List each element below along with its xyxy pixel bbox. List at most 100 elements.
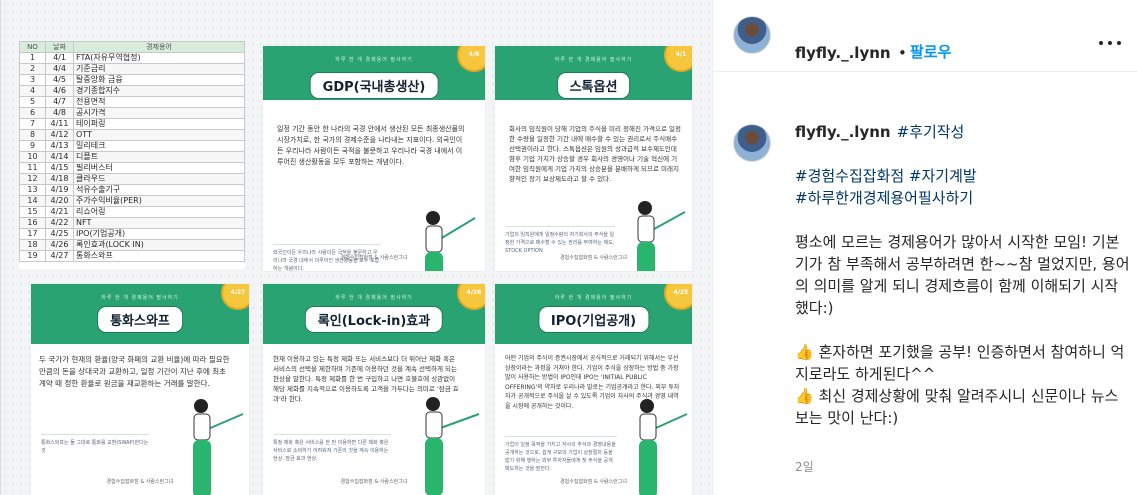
sheet-cell-term: 주가수익비율(PER) — [73, 195, 245, 207]
sheet-row: 12 4/18 클라우드 — [19, 173, 245, 185]
post-caption: flyfly._.lynn #후기작성 #경험수집잡화점 #자기계발 #하루한개경… — [795, 121, 1130, 429]
avatar[interactable] — [733, 16, 771, 54]
sheet-row: 8 4/12 OTT — [19, 129, 245, 141]
sheet-cell-date: 4/19 — [45, 184, 74, 196]
sheet-cell-term: 경기종합지수 — [73, 85, 245, 97]
sheet-cell-date: 4/12 — [45, 129, 74, 141]
teacher-figure-illustration — [425, 397, 480, 495]
caption-username[interactable]: flyfly._.lynn — [795, 123, 891, 141]
sheet-cell-no: 9 — [19, 140, 46, 152]
card-kicker: 하루 한 개 경제용어 필사하기 — [101, 295, 179, 301]
thumbs-up-icon: 👍 — [795, 343, 814, 361]
sheet-cell-date: 4/27 — [45, 250, 74, 262]
sheet-cell-no: 3 — [19, 74, 46, 86]
card-ipo: 하루 한 개 경제용어 필사하기 IPO(기업공개) 4/25 어떤 기업의 주… — [495, 284, 692, 495]
sheet-header-term: 경제용어 — [73, 41, 245, 53]
sheet-cell-term: 기준금리 — [73, 63, 245, 75]
hashtag-line[interactable]: #하루한개경제용어필사하기 — [795, 187, 1130, 209]
caption-bullet: 👍 최신 경제상황에 맞춰 알려주시니 신문이나 뉴스보는 맛이 난다:) — [795, 385, 1130, 429]
sheet-row: 3 4/5 탈중앙화 금융 — [19, 74, 245, 86]
card-title: IPO(기업공개) — [537, 306, 650, 333]
caption-bullet: 👍 혼자하면 포기했을 공부! 인증하면서 참여하니 억지로라도 하게된다^^ — [795, 341, 1130, 385]
caption-paragraph: 평소에 모르는 경제용어가 많아서 시작한 모임! 기본기가 참 부족해서 공부… — [795, 233, 1130, 317]
card-kicker: 하루 한 개 경제용어 필사하기 — [554, 295, 633, 301]
hashtag-line[interactable]: #경험수집잡화점 #자기계발 — [795, 165, 1130, 187]
separator-dot: • — [898, 44, 907, 62]
sheet-cell-date: 4/26 — [45, 239, 74, 251]
bullet-text: 혼자하면 포기했을 공부! 인증하면서 참여하니 억지로라도 하게된다^^ — [795, 343, 1125, 383]
sheet-row: 16 4/22 NFT — [19, 217, 245, 229]
sheet-cell-no: 11 — [19, 162, 46, 174]
sheet-cell-no: 14 — [19, 195, 46, 207]
sheet-cell-no: 6 — [19, 107, 46, 119]
card-stock-option: 하루 한 개 경제용어 필사하기 스톡옵션 4/1 회사의 임직원이 당해 기업… — [495, 46, 692, 271]
sheet-cell-term: NFT — [73, 217, 245, 229]
sheet-cell-term: 록인효과(LOCK IN) — [73, 239, 245, 251]
header-username[interactable]: flyfly._.lynn — [795, 44, 891, 62]
sheet-cell-no: 16 — [19, 217, 46, 229]
sheet-cell-date: 4/15 — [45, 162, 74, 174]
card-kicker: 하루 한 개 경제용어 필사하기 — [554, 57, 633, 63]
post-image[interactable]: NO 날짜 경제용어 1 4/1 FTA(자유무역협정) 2 4/4 기준금리 3 4/5 탈중… — [1, 0, 712, 495]
card-note: 기업이 일정 목적을 가지고 자사의 주식과 경영내용을 공개하는 것으로, 쉽… — [505, 436, 617, 473]
sheet-row: 10 4/14 디플트 — [19, 151, 245, 163]
sheet-cell-date: 4/7 — [45, 96, 74, 108]
sheet-cell-date: 4/8 — [45, 107, 74, 119]
card-kicker: 하루 한 개 경제용어 필사하기 — [335, 295, 413, 301]
sheet-row: 4 4/6 경기종합지수 — [19, 85, 245, 97]
card-lock-in: 하루 한 개 경제용어 필사하기 록인(Lock-in)효과 4/26 현재 이… — [263, 284, 485, 495]
sheet-row: 19 4/27 통화스와프 — [19, 250, 245, 262]
card-title: 통화스와프 — [97, 306, 183, 333]
sheet-cell-date: 4/4 — [45, 63, 74, 75]
follow-button[interactable]: 팔로우 — [910, 41, 951, 62]
card-body: 회사의 임직원이 당해 기업의 주식을 미리 정해진 가격으로 일정한 수량을 … — [509, 125, 682, 183]
sheet-cell-date: 4/11 — [45, 118, 74, 130]
sheet-cell-no: 2 — [19, 63, 46, 75]
card-currency-swap: 하루 한 개 경제용어 필사하기 통화스와프 4/27 두 국가가 현재의 환율… — [31, 284, 249, 495]
sheet-cell-term: 리쇼어링 — [73, 206, 245, 218]
sheet-cell-no: 17 — [19, 228, 46, 240]
sheet-cell-term: OTT — [73, 129, 245, 141]
sheet-cell-term: 탈중앙화 금융 — [73, 74, 245, 86]
vocabulary-spreadsheet: NO 날짜 경제용어 1 4/1 FTA(자유무역협정) 2 4/4 기준금리 3 4/5 탈중… — [19, 41, 245, 269]
teacher-figure-illustration — [425, 211, 476, 271]
card-note: 통화스와프는 둘 그대로 통화를 교환(SWAP)한다는 것 — [41, 434, 149, 455]
sheet-cell-date: 4/5 — [45, 74, 74, 86]
sheet-cell-no: 18 — [19, 239, 46, 251]
sheet-cell-term: 테이퍼링 — [73, 118, 245, 130]
card-footer: 경험수집잡화점 & 사람스런그녀 — [560, 479, 627, 485]
avatar[interactable] — [733, 124, 771, 162]
more-options-icon[interactable] — [1099, 41, 1121, 45]
bullet-text: 최신 경제상황에 맞춰 알려주시니 신문이나 뉴스보는 맛이 난다:) — [795, 387, 1119, 427]
post-timestamp[interactable]: 2일 — [795, 458, 814, 475]
sheet-cell-date: 4/25 — [45, 228, 74, 240]
sheet-cell-term: 전용면적 — [73, 96, 245, 108]
sheet-cell-date: 4/13 — [45, 140, 74, 152]
card-body: 두 국가가 현재의 환율(양국 화폐의 교환 비율)에 따라 필요한 만큼의 돈… — [39, 355, 230, 388]
sheet-cell-term: 공시가격 — [73, 107, 245, 119]
teacher-figure-illustration — [193, 399, 244, 495]
card-title: 록인(Lock-in)효과 — [304, 306, 444, 333]
sheet-cell-date: 4/21 — [45, 206, 74, 218]
card-note: 기업의 임직원에게 일정수량의 자기회사의 주식을 일정한 가격으로 매수할 수… — [505, 226, 615, 255]
sheet-cell-no: 5 — [19, 96, 46, 108]
card-footer: 경험수집잡화점 & 사람스런그녀 — [340, 255, 408, 261]
sheet-cell-no: 12 — [19, 173, 46, 185]
sheet-cell-term: 밀리테크 — [73, 140, 245, 152]
sheet-row: 9 4/13 밀리테크 — [19, 140, 245, 152]
hashtag-link[interactable]: #후기작성 — [897, 123, 965, 141]
card-footer: 경험수집잡화점 & 사람스런그녀 — [560, 255, 627, 261]
card-kicker: 하루 한 개 경제용어 필사하기 — [335, 57, 413, 63]
sheet-cell-term: 석유수출기구 — [73, 184, 245, 196]
sheet-cell-date: 4/18 — [45, 173, 74, 185]
sheet-cell-term: 통화스와프 — [73, 250, 245, 262]
post-sidebar: flyfly._.lynn • 팔로우 flyfly._.lynn #후기작성 #… — [712, 0, 1137, 495]
sheet-row: 15 4/21 리쇼어링 — [19, 206, 245, 218]
sheet-header-date: 날짜 — [45, 41, 74, 53]
sheet-row: 11 4/15 필리버스터 — [19, 162, 245, 174]
sheet-cell-no: 10 — [19, 151, 46, 163]
sheet-cell-term: 디플트 — [73, 151, 245, 163]
sheet-cell-term: 클라우드 — [73, 173, 245, 185]
sheet-header-no: NO — [19, 41, 46, 53]
sheet-row: 5 4/7 전용면적 — [19, 96, 245, 108]
